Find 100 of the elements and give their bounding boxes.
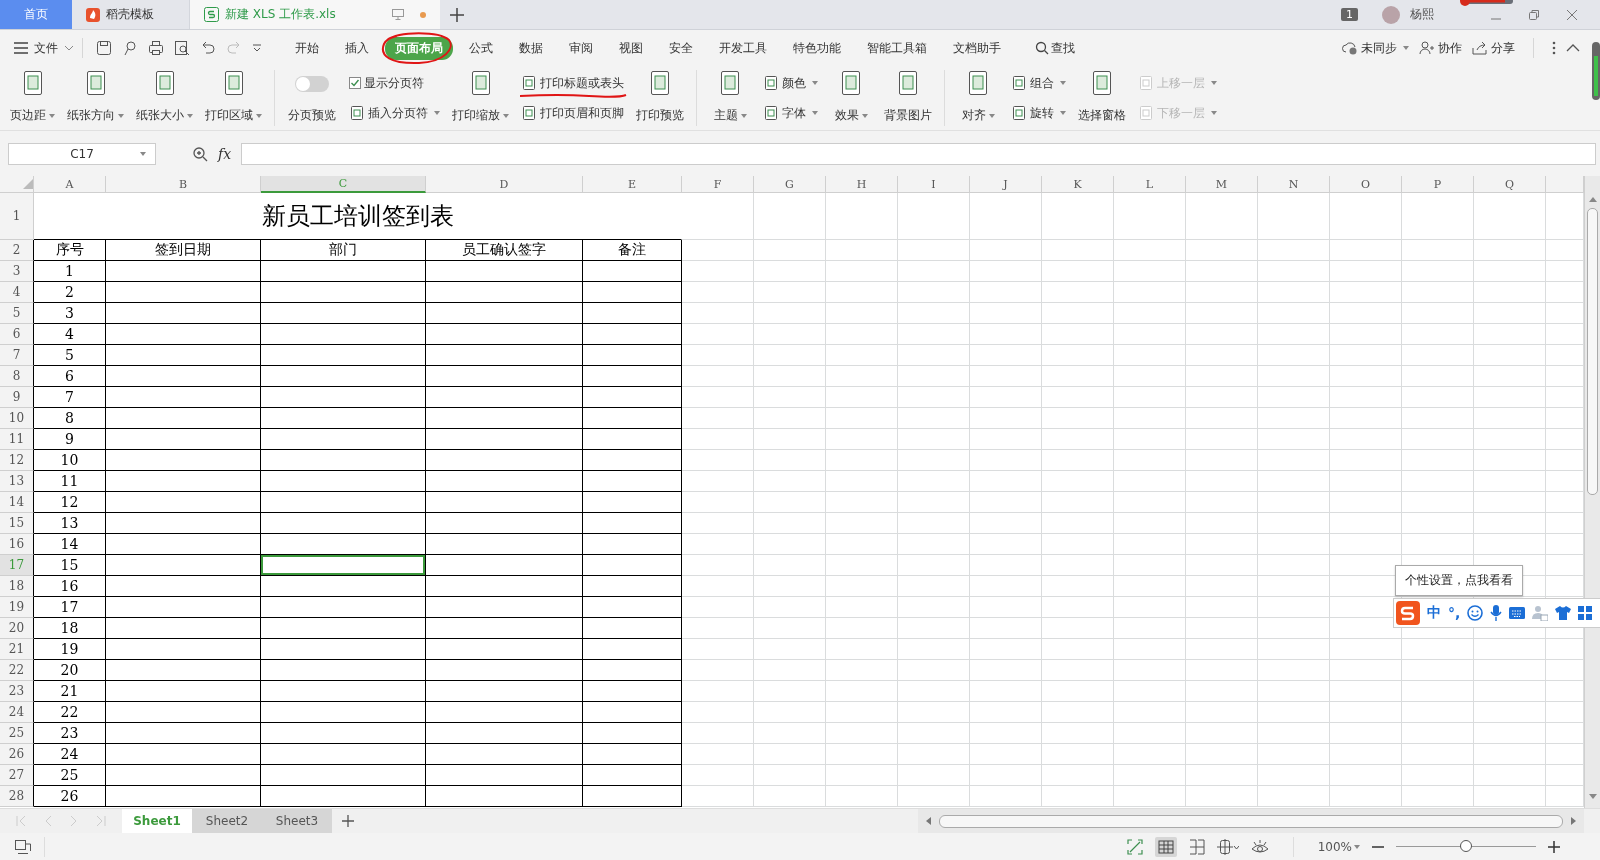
menu-tab[interactable]: 智能工具箱 [857, 36, 937, 60]
monitor-icon[interactable] [392, 9, 404, 20]
sheet-tab[interactable]: Sheet1 [122, 809, 192, 833]
row-header[interactable]: 25 [0, 723, 34, 744]
scroll-right-icon[interactable] [1571, 817, 1576, 825]
row-header[interactable]: 23 [0, 681, 34, 702]
customize-icon[interactable] [252, 43, 262, 53]
print-icon[interactable] [148, 40, 164, 56]
emoji-icon[interactable] [1467, 605, 1484, 621]
row-header[interactable]: 7 [0, 345, 34, 366]
column-header[interactable]: P [1402, 176, 1474, 193]
row-header[interactable]: 28 [0, 786, 34, 807]
row-header[interactable]: 24 [0, 702, 34, 723]
column-header[interactable]: Q [1474, 176, 1546, 193]
undo-icon[interactable] [200, 40, 216, 56]
ribbon-button[interactable]: 页边距 [6, 66, 59, 130]
new-tab-icon[interactable] [450, 7, 464, 22]
format-painter-icon[interactable] [122, 40, 138, 56]
column-header[interactable]: G [754, 176, 826, 193]
vertical-scrollbar[interactable] [1584, 176, 1600, 808]
file-menu[interactable]: 文件 [14, 39, 74, 57]
row-header[interactable]: 27 [0, 765, 34, 786]
keyboard-icon[interactable] [1509, 607, 1526, 619]
page-break-view-icon[interactable] [1188, 838, 1205, 855]
ribbon-button[interactable]: 纸张方向 [63, 66, 128, 130]
user-name[interactable]: 杨熙 [1410, 6, 1434, 23]
ribbon-button[interactable]: 打印预览 [632, 66, 688, 130]
scroll-left-icon[interactable] [926, 817, 931, 825]
close-icon[interactable] [1566, 8, 1578, 21]
ribbon-button[interactable]: 纸张大小 [132, 66, 197, 130]
share-button[interactable]: 分享 [1472, 39, 1515, 57]
menu-tab[interactable]: 数据 [509, 36, 553, 60]
ribbon-button[interactable]: 效果 [826, 66, 876, 130]
ribbon-button[interactable]: 打印页眉和页脚 [519, 102, 626, 124]
normal-view-icon[interactable] [1154, 836, 1177, 857]
zoom-in-icon[interactable] [1548, 840, 1560, 853]
person-card-icon[interactable] [1532, 605, 1549, 621]
menu-tab[interactable]: 审阅 [559, 36, 603, 60]
row-header[interactable]: 16 [0, 534, 34, 555]
save-icon[interactable] [96, 40, 112, 56]
row-header[interactable]: 22 [0, 660, 34, 681]
sheet-tab[interactable]: Sheet2 [192, 809, 262, 833]
row-header[interactable]: 3 [0, 261, 34, 282]
grid-icon[interactable] [1578, 606, 1593, 620]
row-header[interactable]: 4 [0, 282, 34, 303]
eye-icon[interactable] [1250, 838, 1269, 855]
column-header[interactable]: I [898, 176, 970, 193]
row-header[interactable]: 20 [0, 618, 34, 639]
collaborate-button[interactable]: 协作 [1419, 39, 1462, 57]
row-header[interactable]: 19 [0, 597, 34, 618]
ribbon-button[interactable]: 插入分页符 [347, 102, 442, 124]
row-header[interactable]: 18 [0, 576, 34, 597]
print-preview-icon[interactable] [174, 40, 190, 56]
ribbon-button[interactable]: 对齐 [953, 66, 1003, 130]
restore-icon[interactable] [1528, 8, 1540, 21]
row-header[interactable]: 6 [0, 324, 34, 345]
column-header[interactable]: E [583, 176, 682, 193]
row-header[interactable]: 26 [0, 744, 34, 765]
avatar-icon[interactable] [1382, 5, 1400, 24]
zoom-level[interactable]: 100% [1317, 839, 1352, 854]
column-header[interactable]: K [1042, 176, 1114, 193]
row-header[interactable]: 12 [0, 450, 34, 471]
menu-tab[interactable]: 视图 [609, 36, 653, 60]
row-header[interactable]: 14 [0, 492, 34, 513]
ribbon-button[interactable]: 打印区域 [201, 66, 266, 130]
row-header[interactable]: 8 [0, 366, 34, 387]
sheet-tab[interactable]: Sheet3 [262, 809, 332, 833]
window-count-badge[interactable]: 1 [1341, 8, 1358, 21]
column-header[interactable]: B [106, 176, 261, 193]
ribbon-button[interactable]: 打印缩放 [448, 66, 513, 130]
column-header[interactable]: L [1114, 176, 1186, 193]
column-header[interactable]: F [682, 176, 754, 193]
ribbon-button[interactable]: 组合 [1009, 72, 1068, 94]
microphone-icon[interactable] [1490, 605, 1503, 621]
ribbon-button[interactable]: 选择窗格 [1074, 66, 1130, 130]
checkbox[interactable] [349, 77, 361, 89]
row-header[interactable]: 15 [0, 513, 34, 534]
column-header[interactable]: J [970, 176, 1042, 193]
horizontal-scrollbar[interactable] [918, 809, 1584, 833]
row-header[interactable]: 21 [0, 639, 34, 660]
ribbon-button[interactable]: 背景图片 [880, 66, 936, 130]
ribbon-button[interactable]: 主题 [705, 66, 755, 130]
column-header[interactable]: N [1258, 176, 1330, 193]
ribbon-button[interactable]: 颜色 [761, 72, 820, 94]
menu-tab[interactable]: 开发工具 [709, 36, 777, 60]
ribbon-button[interactable]: 字体 [761, 102, 820, 124]
function-label[interactable]: fx [218, 145, 232, 162]
menu-tab[interactable]: 安全 [659, 36, 703, 60]
more-icon[interactable] [1552, 41, 1556, 55]
input-method-logo-icon[interactable] [1396, 601, 1420, 625]
punctuation-mode[interactable]: °, [1448, 605, 1461, 621]
ribbon-button[interactable]: 旋转 [1009, 102, 1068, 124]
scroll-up-icon[interactable] [1588, 196, 1597, 202]
column-header[interactable]: D [426, 176, 583, 193]
ribbon-button[interactable]: 打印标题或表头 [519, 72, 626, 94]
menu-tab[interactable]: 特色功能 [783, 36, 851, 60]
row-header[interactable]: 13 [0, 471, 34, 492]
zoom-slider-thumb[interactable] [1460, 840, 1472, 852]
menu-tab[interactable]: 插入 [335, 36, 379, 60]
add-sheet-icon[interactable] [342, 815, 354, 827]
